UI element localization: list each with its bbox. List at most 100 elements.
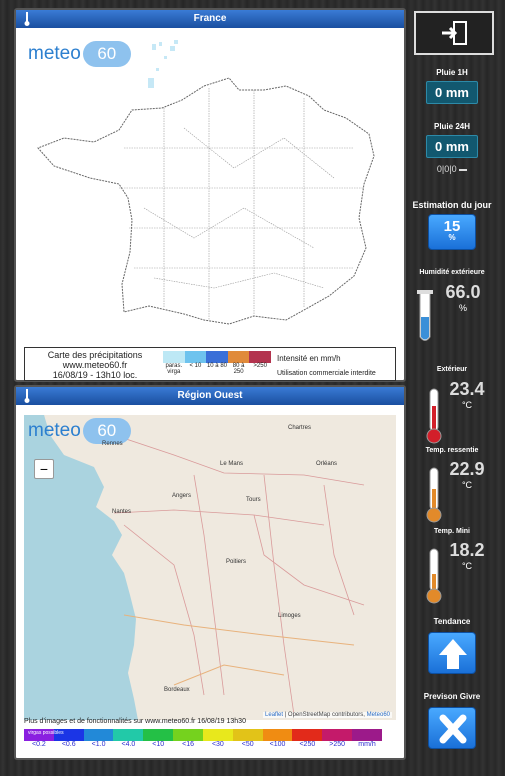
intensity-scale: paras. virga < 10 10 à 80 80 à 250 >250	[163, 351, 271, 379]
min-temp-label: Temp. Mini	[433, 528, 471, 535]
france-radar-panel: France meteo 60 Carte des précipitations	[14, 8, 406, 382]
precip-label: <0.2	[32, 741, 46, 748]
exit-button[interactable]	[414, 11, 494, 55]
precip-label: <16	[182, 741, 194, 748]
virga-label: virgas possibles	[28, 730, 64, 736]
humidity-unit: %	[458, 303, 467, 313]
precip-label: <250	[299, 741, 316, 748]
min-temp-value: 18.2	[449, 540, 485, 560]
exterior-temp-widget: Extérieur 23.4 °C	[410, 366, 494, 444]
precip-label: <30	[211, 741, 224, 748]
scale-label: < 10	[189, 363, 202, 369]
scale-swatch	[249, 351, 271, 363]
estimation-button[interactable]: 15 %	[428, 214, 476, 250]
humidity-value: 66.0	[445, 282, 481, 302]
exterior-temp-value: 23.4	[449, 379, 485, 399]
precip-label: >250	[329, 741, 346, 748]
scale-label: >250	[253, 363, 267, 369]
felt-temp-value: 22.9	[449, 459, 485, 479]
exterior-temp-unit: °C	[461, 400, 473, 410]
scale-label: 80 à 250	[232, 363, 245, 375]
exterior-label: Extérieur	[436, 366, 468, 373]
precip-label: mm/h	[358, 741, 376, 748]
precip-swatch	[262, 729, 293, 741]
leaflet-link[interactable]: Leaflet	[265, 712, 283, 718]
humidity-widget: Humidité extérieure 66.0 %	[410, 269, 494, 341]
estimation-widget: Estimation du jour 15 %	[410, 200, 494, 255]
thermometer-orange-icon	[426, 467, 442, 523]
city-label: Angers	[172, 493, 192, 499]
precip-label: <10	[152, 741, 165, 748]
intensity-legend: Intensité en mm/h Utilisation commercial…	[277, 354, 376, 377]
precip-swatch	[292, 729, 323, 741]
precip-swatch	[173, 729, 203, 741]
city-label: Le Mans	[220, 461, 244, 467]
precip-label: <100	[269, 741, 286, 748]
ouest-base-map	[24, 415, 365, 720]
scale-swatch	[184, 351, 207, 363]
trend-button[interactable]	[428, 632, 476, 674]
trend-widget: Tendance	[410, 617, 494, 679]
min-temp-unit: °C	[461, 561, 473, 571]
precip-label: <4.0	[121, 741, 136, 748]
felt-temp-label: Temp. ressentie	[425, 447, 479, 454]
rain-1h-widget: Pluie 1H 0 mm	[410, 68, 494, 104]
scale-label: paras. virga	[165, 363, 183, 375]
ouest-leaflet-map[interactable]: meteo 60 − Rennes Chartres Le Mans Orléa…	[24, 415, 396, 720]
rain-24h-label: Pluie 24H	[433, 122, 470, 131]
scale-swatch	[227, 351, 250, 363]
panel-header: France	[16, 10, 404, 28]
thermometer-icon	[24, 389, 30, 403]
precip-swatch	[83, 729, 114, 741]
frost-forecast-label: Previson Givre	[423, 692, 481, 701]
precip-swatch	[352, 729, 382, 741]
city-label: Orléans	[316, 461, 338, 467]
france-precip-map[interactable]: meteo 60	[24, 38, 396, 346]
precip-label: <1.0	[91, 741, 106, 748]
zoom-out-button[interactable]: −	[34, 459, 54, 479]
frost-forecast-widget: Previson Givre	[410, 692, 494, 754]
precip-swatch	[113, 729, 144, 741]
precip-swatch	[143, 729, 174, 741]
min-temp-widget: Temp. Mini 18.2 °C	[410, 528, 494, 604]
arrow-up-icon	[439, 639, 467, 669]
ouest-radar-panel: Région Ouest meteo 60 − Rennes Chartres …	[14, 385, 406, 760]
france-outline-map	[37, 40, 375, 325]
rain-1h-value: 0 mm	[426, 81, 478, 104]
city-label: Bordeaux	[164, 687, 190, 693]
city-label: Rennes	[102, 441, 123, 447]
rain-history: 0|0|0	[410, 164, 494, 174]
frost-forecast-button[interactable]	[428, 707, 476, 749]
rain-24h-value: 0 mm	[426, 135, 478, 158]
caption-text: Carte des précipitations www.meteo60.fr …	[47, 350, 143, 380]
city-label: Limoges	[278, 613, 301, 619]
panel-title: Région Ouest	[177, 390, 243, 401]
thermometer-orange-icon	[426, 548, 442, 604]
panel-header: Région Ouest	[16, 387, 404, 405]
close-x-icon	[439, 714, 467, 744]
felt-temp-unit: °C	[461, 480, 473, 490]
precip-label: <0.6	[61, 741, 76, 748]
humidity-label: Humidité extérieure	[419, 269, 485, 276]
scale-label: 10 à 80	[206, 363, 227, 369]
thermometer-red-icon	[426, 388, 442, 444]
trend-label: Tendance	[433, 617, 471, 626]
meteo60-link[interactable]: Meteo60	[367, 712, 390, 718]
rain-1h-label: Pluie 1H	[436, 68, 468, 77]
thermometer-icon	[24, 12, 30, 26]
exit-icon	[442, 21, 467, 45]
city-label: Nantes	[112, 509, 132, 515]
map-footer-text: Plus d'images et de fonctionnalités sur …	[24, 718, 246, 725]
felt-temp-widget: Temp. ressentie 22.9 °C	[410, 447, 494, 523]
humidity-tube-icon	[417, 290, 433, 341]
scale-swatch	[163, 351, 185, 363]
panel-title: France	[193, 13, 227, 24]
city-label: Chartres	[288, 425, 312, 431]
map-attribution: Leaflet | OpenStreetMap contributors, Me…	[263, 712, 392, 718]
scale-swatch	[206, 351, 228, 363]
estimation-label: Estimation du jour	[412, 200, 492, 210]
precip-label: <50	[241, 741, 254, 748]
city-label: Tours	[246, 497, 261, 503]
precipitation-scale: virgas possibles <0.2 <0.6 <1.0 <4.0 <10 <16 <…	[24, 729, 382, 755]
map-caption: Carte des précipitations www.meteo60.fr …	[24, 347, 396, 381]
